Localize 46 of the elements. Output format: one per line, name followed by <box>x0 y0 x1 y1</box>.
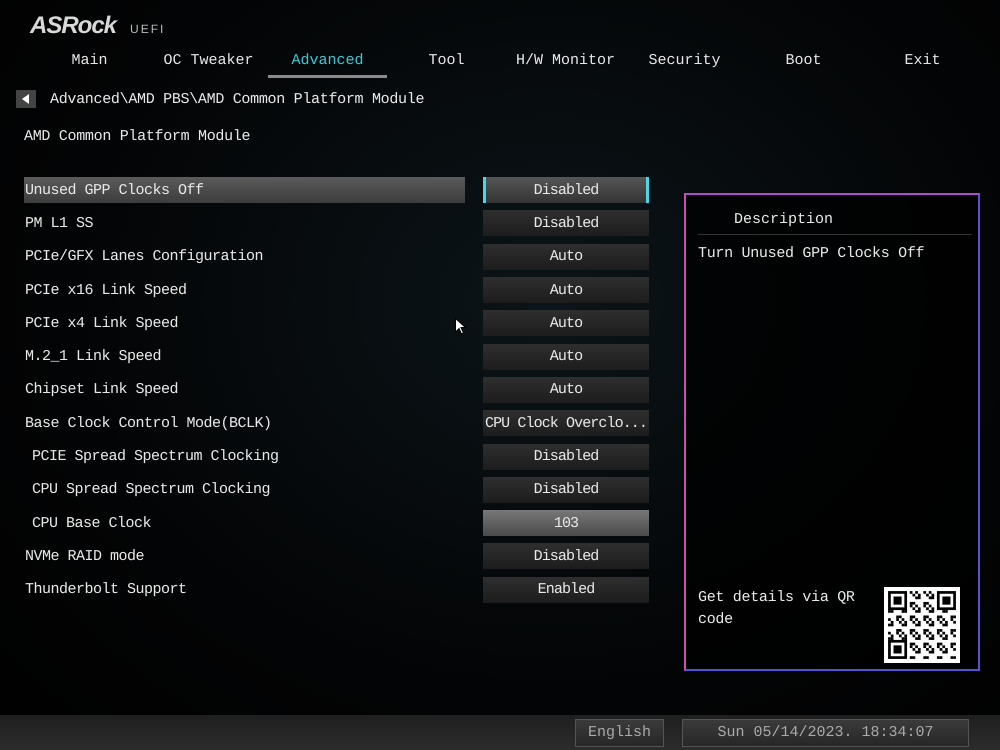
option-button[interactable]: Enabled <box>483 576 649 603</box>
page-title: AMD Common Platform Module <box>24 128 252 145</box>
breadcrumb-path: Advanced\AMD PBS\AMD Common Platform Module <box>50 90 424 108</box>
setting-label[interactable]: Base Clock Control Mode(BCLK) <box>24 410 465 436</box>
menu-tab[interactable]: Exit <box>863 48 982 78</box>
description-title: Description <box>698 195 972 235</box>
menu-tab[interactable]: Advanced <box>268 48 387 78</box>
option-button[interactable]: CPU Clock Overclo... <box>483 410 649 436</box>
setting-label[interactable]: PCIe/GFX Lanes Configuration <box>24 244 465 270</box>
option-button[interactable]: Auto <box>483 344 649 370</box>
option-button[interactable]: Disabled <box>483 543 649 570</box>
caret-icon <box>22 94 30 104</box>
setting-label[interactable]: NVMe RAID mode <box>24 543 465 570</box>
qr-caption: Get details via QR code <box>698 588 856 630</box>
menu-tab[interactable]: Boot <box>744 48 863 78</box>
setting-label[interactable]: Thunderbolt Support <box>24 576 465 603</box>
option-button[interactable]: Auto <box>483 310 649 336</box>
setting-label[interactable]: CPU Base Clock <box>24 510 465 536</box>
product-label: UEFI <box>130 22 166 38</box>
setting-label[interactable]: PCIE Spread Spectrum Clocking <box>24 444 465 470</box>
setting-label[interactable]: Unused GPP Clocks Off <box>24 177 465 204</box>
option-button[interactable]: Disabled <box>483 177 649 204</box>
menu-tab[interactable]: Main <box>30 48 149 78</box>
option-button[interactable]: Disabled <box>483 476 649 503</box>
menu-tab[interactable]: Security <box>625 48 744 78</box>
option-button[interactable]: Auto <box>483 376 649 403</box>
cursor-icon <box>455 318 466 335</box>
menu-tab[interactable]: OC Tweaker <box>149 48 268 78</box>
option-button[interactable]: Disabled <box>483 444 649 470</box>
setting-label[interactable]: M.2_1 Link Speed <box>24 344 465 370</box>
option-button[interactable]: Auto <box>483 244 649 270</box>
setting-label[interactable]: PCIe x16 Link Speed <box>24 277 465 304</box>
value-field[interactable]: 103 <box>483 510 649 536</box>
setting-label[interactable]: Chipset Link Speed <box>24 376 465 403</box>
datetime-display: Sun 05/14/2023. 18:34:07 <box>682 718 969 746</box>
setting-label[interactable]: PM L1 SS <box>24 210 465 236</box>
back-button[interactable] <box>16 90 36 108</box>
qr-code-icon <box>884 587 960 663</box>
menu-tab[interactable]: H/W Monitor <box>506 48 625 78</box>
setting-label[interactable]: CPU Spread Spectrum Clocking <box>24 476 465 503</box>
option-button[interactable]: Disabled <box>483 210 649 236</box>
description-text: Turn Unused GPP Clocks Off <box>697 244 926 264</box>
menu-tab[interactable]: Tool <box>387 48 506 78</box>
brand-logo: ASRock <box>30 12 116 40</box>
language-button[interactable]: English <box>575 718 664 746</box>
option-button[interactable]: Auto <box>483 277 649 304</box>
